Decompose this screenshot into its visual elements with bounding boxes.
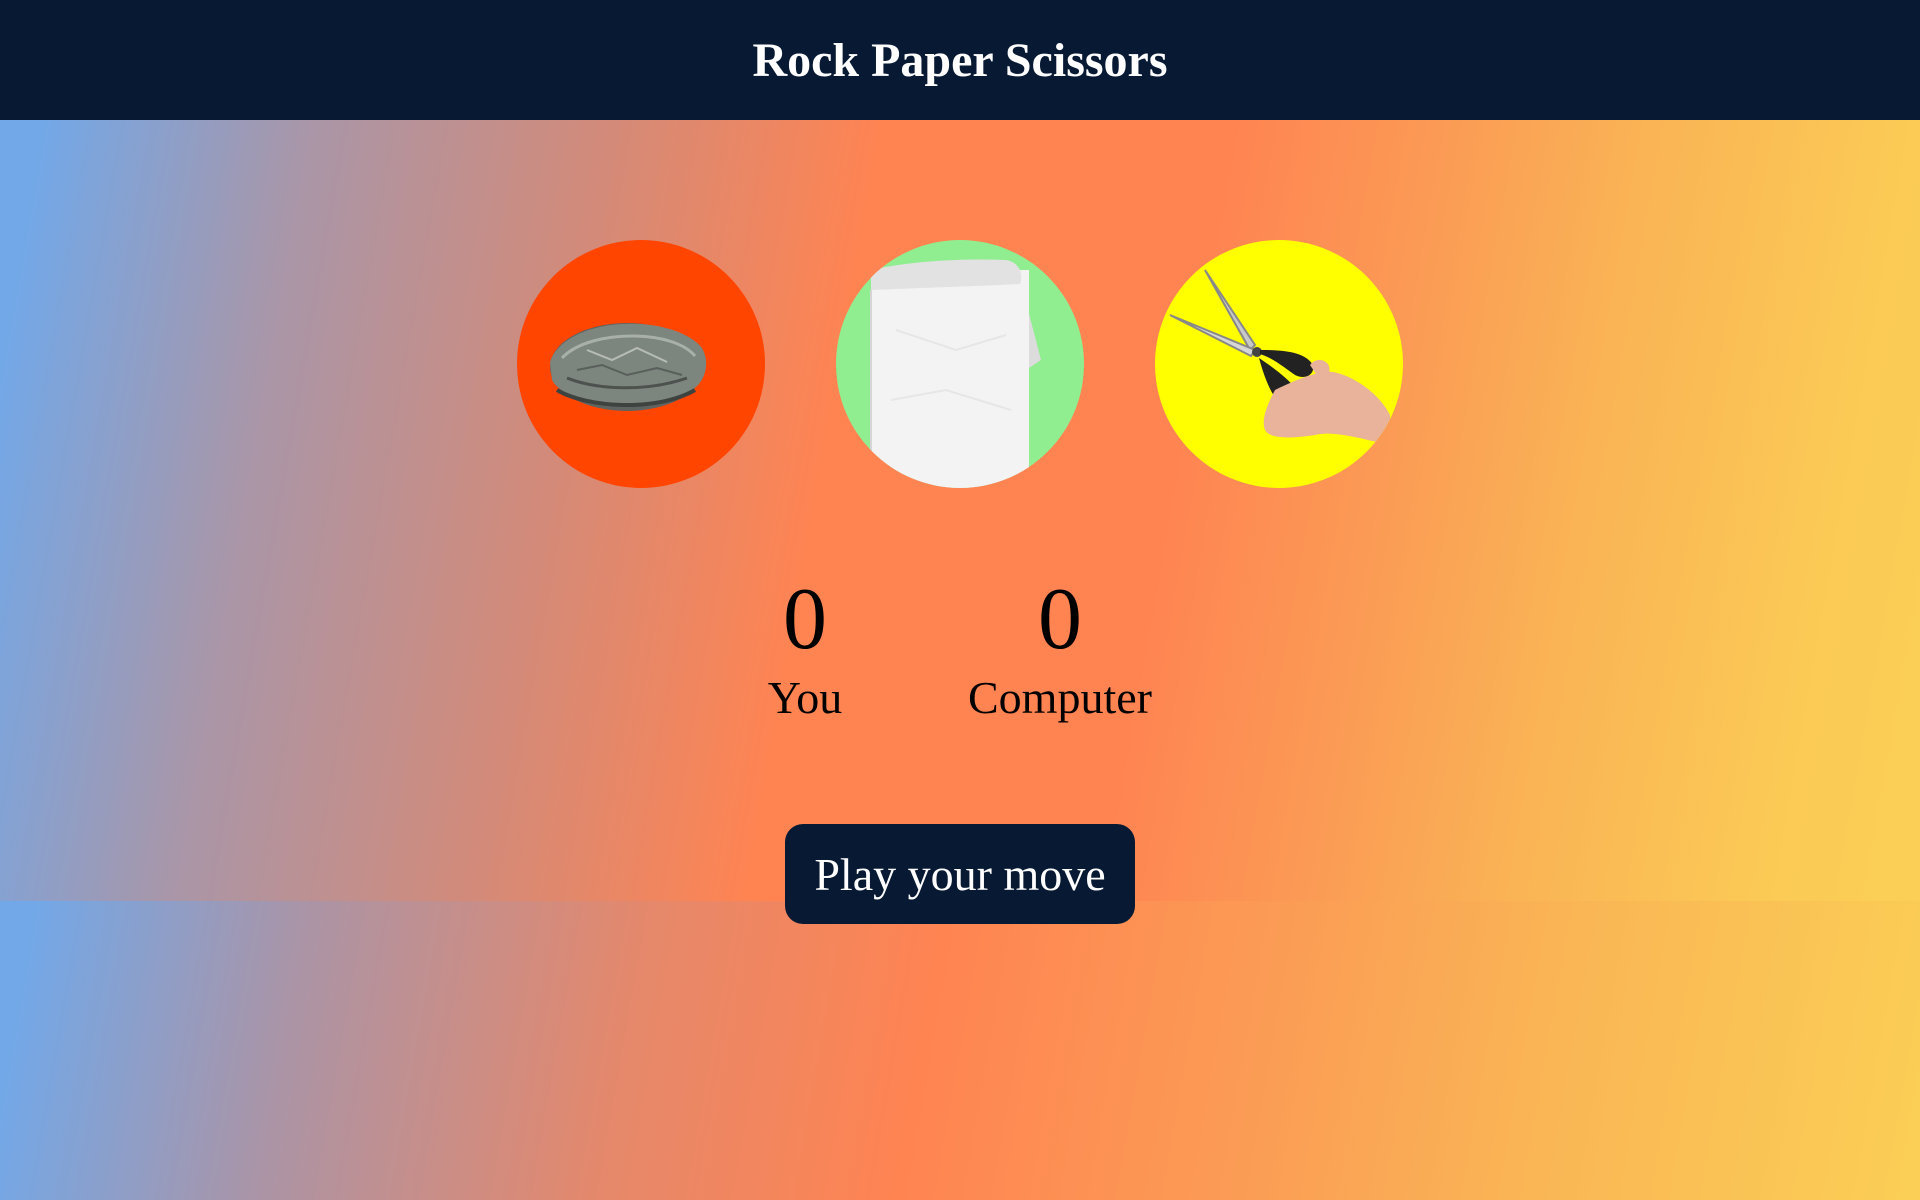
computer-score-value: 0 [1038, 571, 1082, 668]
message-button: Play your move [785, 824, 1135, 924]
user-score-value: 0 [783, 571, 827, 668]
choices-row [517, 240, 1403, 488]
user-score-label: You [767, 672, 843, 723]
computer-score: 0 Computer [958, 570, 1162, 726]
rock-icon [550, 323, 707, 411]
game-panel [0, 120, 1920, 901]
user-score: 0 You [755, 570, 855, 726]
scoreboard: 0 You 0 Computer [0, 570, 1920, 730]
paper-icon [870, 259, 1041, 488]
scissors-icon [1169, 269, 1390, 445]
app-header: Rock Paper Scissors [0, 0, 1920, 120]
choice-rock-button[interactable] [517, 240, 765, 488]
choice-paper-button[interactable] [836, 240, 1084, 488]
computer-score-label: Computer [968, 672, 1152, 723]
page-title: Rock Paper Scissors [752, 33, 1168, 87]
choice-scissors-button[interactable] [1155, 240, 1403, 488]
